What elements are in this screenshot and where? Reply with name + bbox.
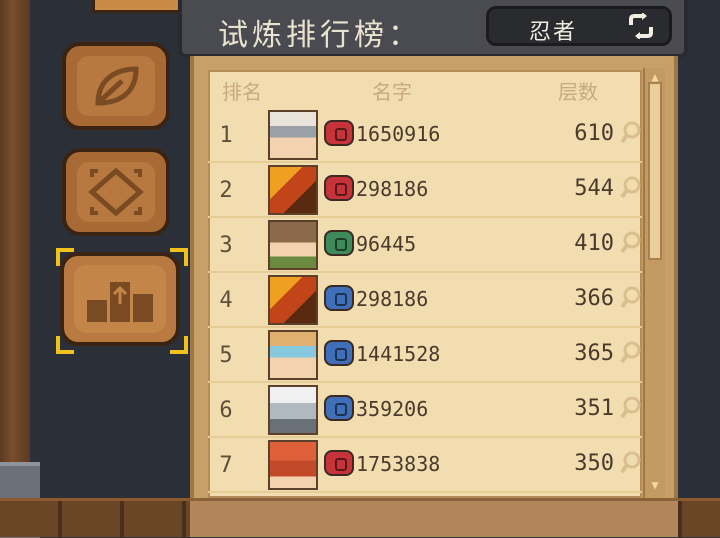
magnifier-icon[interactable] xyxy=(620,121,642,145)
class-badge-icon xyxy=(324,230,354,256)
rank-number: 1 xyxy=(219,123,233,148)
podium-icon xyxy=(87,282,153,322)
player-avatar xyxy=(268,110,318,160)
player-avatar xyxy=(268,165,318,215)
ranking-row[interactable]: 3 96445 410 xyxy=(208,218,642,273)
class-badge-icon xyxy=(324,120,354,146)
tab-diamond[interactable] xyxy=(62,148,170,236)
ranking-row[interactable]: 1 1650916 610 xyxy=(208,108,642,163)
ranking-panel: 排名 名字 层数 1 1650916 610 2 298186 544 3 96445 410 4… xyxy=(190,56,678,506)
ranking-row[interactable]: 2 298186 544 xyxy=(208,163,642,218)
rank-number: 7 xyxy=(219,453,233,478)
scroll-up-icon[interactable]: ▲ xyxy=(646,70,664,84)
selected-corner-marker xyxy=(56,336,74,354)
player-name: 298186 xyxy=(356,177,429,201)
left-wooden-pillar xyxy=(0,0,33,534)
page-title: 试炼排行榜： xyxy=(218,18,422,53)
player-avatar xyxy=(268,385,318,435)
magnifier-icon[interactable] xyxy=(620,286,642,310)
leaderboard-header: 试炼排行榜： 忍者 xyxy=(178,0,688,58)
scroll-down-icon[interactable]: ▼ xyxy=(646,478,664,492)
player-avatar xyxy=(268,330,318,380)
column-header-floors: 层数 xyxy=(558,80,598,104)
mode-switch-button[interactable]: 忍者 xyxy=(486,6,672,46)
rank-number: 3 xyxy=(219,233,233,258)
player-name: 96445 xyxy=(356,232,417,256)
player-name: 1441528 xyxy=(356,342,441,366)
ranking-row[interactable]: 4 298186 366 xyxy=(208,273,642,328)
ranking-row[interactable]: 5 1441528 365 xyxy=(208,328,642,383)
tab-leaf[interactable] xyxy=(62,42,170,130)
rank-number: 2 xyxy=(219,178,233,203)
class-badge-icon xyxy=(324,450,354,476)
floor-count: 350 xyxy=(574,451,614,476)
ranking-row[interactable]: 6 359206 351 xyxy=(208,383,642,438)
mode-label: 忍者 xyxy=(529,20,578,45)
player-avatar xyxy=(268,275,318,325)
selected-corner-marker xyxy=(170,336,188,354)
magnifier-icon[interactable] xyxy=(620,396,642,420)
class-badge-icon xyxy=(324,285,354,311)
magnifier-icon[interactable] xyxy=(620,176,642,200)
swap-arrows-icon xyxy=(629,13,653,39)
player-name: 1650916 xyxy=(356,122,441,146)
selected-corner-marker xyxy=(56,248,74,266)
floor-count: 610 xyxy=(574,121,614,146)
floor-count: 410 xyxy=(574,231,614,256)
floor-count: 366 xyxy=(574,286,614,311)
player-name: 1753838 xyxy=(356,452,441,476)
class-badge-icon xyxy=(324,340,354,366)
selected-corner-marker xyxy=(170,248,188,266)
magnifier-icon[interactable] xyxy=(620,341,642,365)
magnifier-icon[interactable] xyxy=(620,451,642,475)
magnifier-icon[interactable] xyxy=(620,231,642,255)
floor-count: 365 xyxy=(574,341,614,366)
class-badge-icon xyxy=(324,175,354,201)
rank-number: 4 xyxy=(219,288,233,313)
floor-count: 351 xyxy=(574,396,614,421)
rank-number: 6 xyxy=(219,398,233,423)
rank-number: 5 xyxy=(219,343,233,368)
scrollbar-thumb[interactable] xyxy=(648,82,662,260)
ranking-row[interactable]: 7 1753838 350 xyxy=(208,438,642,493)
tab-ranking[interactable] xyxy=(60,252,180,346)
panel-bottom-edge xyxy=(190,498,678,537)
floor-count: 544 xyxy=(574,176,614,201)
diamond-icon xyxy=(88,167,144,217)
player-avatar xyxy=(268,440,318,490)
player-name: 359206 xyxy=(356,397,429,421)
column-header-rank: 排名 xyxy=(222,80,262,104)
player-name: 298186 xyxy=(356,287,429,311)
class-badge-icon xyxy=(324,395,354,421)
leaf-icon xyxy=(95,66,139,106)
column-header-name: 名字 xyxy=(372,80,412,104)
player-avatar xyxy=(268,220,318,270)
